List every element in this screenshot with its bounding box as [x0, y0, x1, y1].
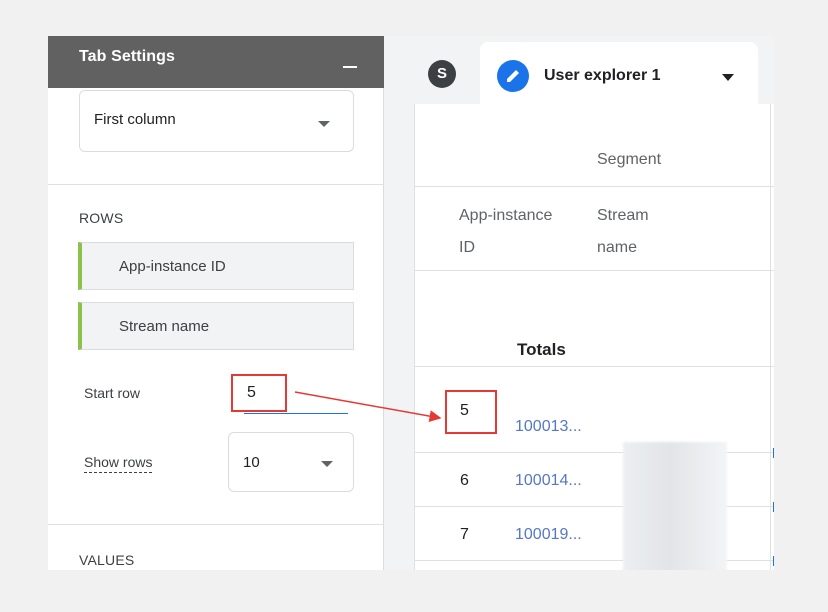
show-rows-label: Show rows: [84, 454, 153, 473]
chip-label: App-instance ID: [119, 258, 226, 275]
rows-chip-stream-name[interactable]: Stream name: [78, 302, 354, 350]
row-app-instance-id[interactable]: 100013...: [515, 418, 582, 436]
table-divider: [415, 366, 774, 367]
row-marker: [773, 448, 774, 458]
start-row-label: Start row: [84, 385, 141, 401]
rows-chip-app-instance-id[interactable]: App-instance ID: [78, 242, 354, 290]
values-section-label: VALUES: [79, 552, 135, 568]
totals-label: Totals: [517, 340, 566, 359]
annotation-highlight-row-5: [445, 390, 497, 434]
table-divider: [415, 270, 774, 271]
data-table: Segment App-instance ID Stream name Tota…: [414, 104, 774, 570]
segment-header: Segment: [597, 151, 662, 168]
app-window: Tab Settings First column ROWS App-insta…: [48, 36, 774, 570]
tab-s[interactable]: S: [428, 60, 456, 88]
show-rows-select[interactable]: 10: [228, 432, 354, 492]
chevron-down-icon[interactable]: [722, 74, 734, 81]
panel-header: Tab Settings: [48, 36, 384, 88]
col-header-stream-line2[interactable]: name: [597, 232, 637, 264]
row-marker: [773, 556, 774, 566]
row-app-instance-id[interactable]: 100014...: [515, 472, 582, 490]
col-header-stream-line1[interactable]: Stream: [597, 200, 649, 232]
divider: [48, 184, 384, 185]
chevron-down-icon: [321, 461, 333, 467]
row-number: 6: [460, 472, 469, 489]
tab-user-explorer[interactable]: User explorer 1: [480, 42, 758, 104]
table-divider: [415, 186, 774, 187]
annotation-highlight-start-row: [231, 374, 287, 412]
divider: [48, 524, 384, 525]
chevron-down-icon: [318, 121, 330, 127]
col-header-app-instance-line1[interactable]: App-instance: [459, 200, 552, 232]
tab-settings-panel: Tab Settings First column ROWS App-insta…: [48, 36, 384, 570]
chip-label: Stream name: [119, 318, 210, 335]
first-column-value: First column: [94, 111, 176, 128]
first-column-select[interactable]: First column: [79, 90, 354, 152]
row-marker: [773, 502, 774, 512]
show-rows-value: 10: [243, 454, 260, 471]
exploration-canvas: S User explorer 1 Segment App-instance I…: [384, 36, 774, 570]
panel-title: Tab Settings: [79, 48, 176, 65]
rows-section-label: ROWS: [79, 210, 124, 226]
table-divider-vertical: [770, 104, 771, 570]
minus-icon[interactable]: [343, 66, 357, 68]
redacted-stream-names: [623, 442, 727, 570]
row-app-instance-id[interactable]: 100019...: [515, 526, 582, 544]
col-header-app-instance-line2[interactable]: ID: [459, 232, 475, 264]
pencil-icon[interactable]: [497, 60, 529, 92]
row-number: 7: [460, 526, 469, 543]
tab-label: User explorer 1: [544, 67, 661, 84]
